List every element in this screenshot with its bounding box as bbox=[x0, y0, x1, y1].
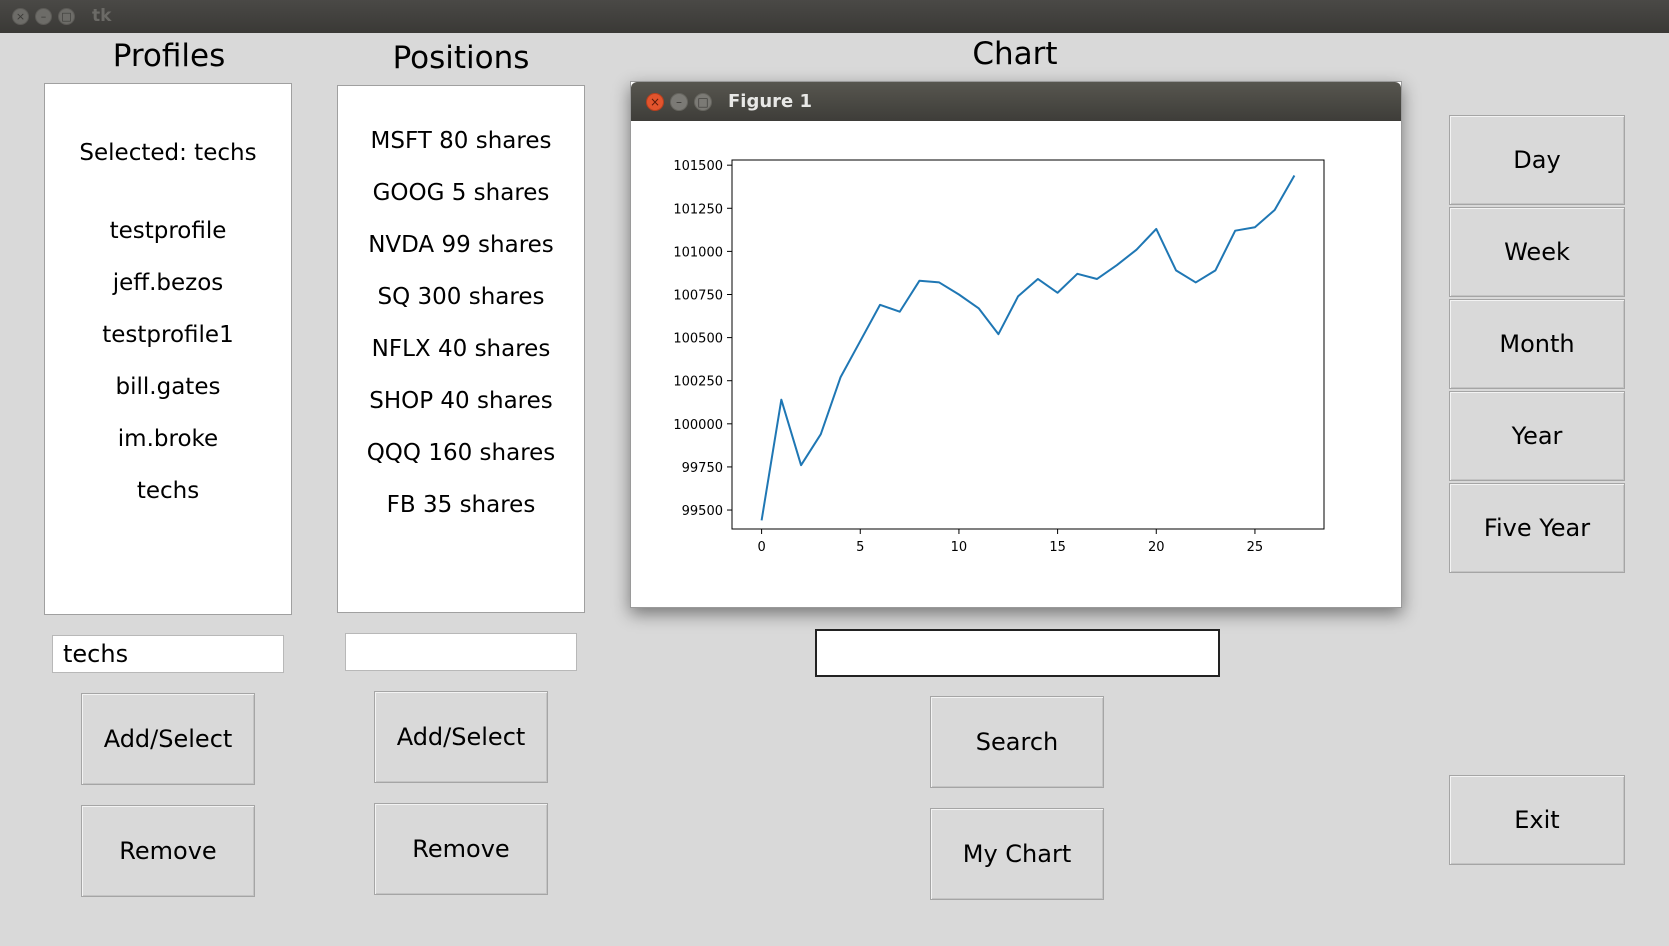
year-button[interactable]: Year bbox=[1449, 391, 1625, 481]
position-item[interactable]: SQ 300 shares bbox=[338, 284, 584, 310]
profile-entry-field[interactable]: techs bbox=[52, 635, 284, 673]
exit-button[interactable]: Exit bbox=[1449, 775, 1625, 865]
x-tick-label: 0 bbox=[757, 540, 765, 555]
y-tick-label: 100750 bbox=[673, 288, 723, 303]
week-button[interactable]: Week bbox=[1449, 207, 1625, 297]
profiles-heading: Profiles bbox=[112, 38, 226, 74]
profiles-listbox[interactable]: Selected: techs testprofile jeff.bezos t… bbox=[44, 83, 292, 615]
profile-item[interactable]: bill.gates bbox=[45, 374, 291, 400]
month-button[interactable]: Month bbox=[1449, 299, 1625, 389]
plot-axes-frame bbox=[731, 159, 1325, 530]
position-add-select-button[interactable]: Add/Select bbox=[374, 691, 548, 783]
figure-maximize-icon[interactable]: □ bbox=[694, 93, 712, 111]
profile-item[interactable]: jeff.bezos bbox=[45, 270, 291, 296]
series-line bbox=[760, 175, 1296, 521]
profile-add-select-button[interactable]: Add/Select bbox=[81, 693, 255, 785]
x-tick-label: 15 bbox=[1049, 540, 1066, 555]
window-titlebar: × – □ tk bbox=[0, 0, 1669, 33]
profile-remove-button[interactable]: Remove bbox=[81, 805, 255, 897]
y-tick-label: 100250 bbox=[673, 375, 723, 390]
x-tick-label: 25 bbox=[1247, 540, 1264, 555]
profile-item[interactable]: testprofile1 bbox=[45, 322, 291, 348]
position-item[interactable]: GOOG 5 shares bbox=[338, 180, 584, 206]
position-item[interactable]: SHOP 40 shares bbox=[338, 388, 584, 414]
y-tick-label: 99500 bbox=[682, 504, 723, 519]
position-remove-button[interactable]: Remove bbox=[374, 803, 548, 895]
y-tick-label: 100000 bbox=[673, 418, 723, 433]
window-maximize-icon[interactable]: □ bbox=[58, 8, 75, 25]
figure-window: × – □ Figure 1 0 5 10 15 20 25 99500 99750 10000… bbox=[630, 81, 1402, 608]
day-button[interactable]: Day bbox=[1449, 115, 1625, 205]
y-tick-label: 101250 bbox=[673, 202, 723, 217]
five-year-button[interactable]: Five Year bbox=[1449, 483, 1625, 573]
x-tick-label: 20 bbox=[1148, 540, 1165, 555]
window-title: tk bbox=[92, 6, 112, 26]
line-chart: 0 5 10 15 20 25 99500 99750 100000 100250 100500 10… bbox=[673, 159, 1325, 555]
x-tick-label: 5 bbox=[856, 540, 864, 555]
figure-close-icon[interactable]: × bbox=[646, 93, 664, 111]
y-tick-label: 100500 bbox=[673, 332, 723, 347]
profile-item[interactable]: testprofile bbox=[45, 218, 291, 244]
position-item[interactable]: FB 35 shares bbox=[338, 492, 584, 518]
profiles-selected-label: Selected: techs bbox=[79, 140, 257, 166]
my-chart-button[interactable]: My Chart bbox=[930, 808, 1104, 900]
window-close-icon[interactable]: × bbox=[12, 8, 29, 25]
y-tick-label: 101500 bbox=[673, 159, 723, 174]
position-item[interactable]: MSFT 80 shares bbox=[338, 128, 584, 154]
position-item[interactable]: QQQ 160 shares bbox=[338, 440, 584, 466]
search-button[interactable]: Search bbox=[930, 696, 1104, 788]
positions-listbox[interactable]: MSFT 80 shares GOOG 5 shares NVDA 99 sha… bbox=[337, 85, 585, 613]
figure-minimize-icon[interactable]: – bbox=[670, 93, 688, 111]
y-tick-label: 101000 bbox=[673, 245, 723, 260]
profile-item[interactable]: im.broke bbox=[45, 426, 291, 452]
window-minimize-icon[interactable]: – bbox=[35, 8, 52, 25]
x-tick-label: 10 bbox=[951, 540, 968, 555]
figure-titlebar: × – □ Figure 1 bbox=[631, 82, 1401, 121]
profile-item[interactable]: techs bbox=[45, 478, 291, 504]
figure-title: Figure 1 bbox=[728, 91, 813, 112]
position-entry-field[interactable] bbox=[345, 633, 577, 671]
y-tick-label: 99750 bbox=[682, 461, 723, 476]
position-item[interactable]: NVDA 99 shares bbox=[338, 232, 584, 258]
positions-heading: Positions bbox=[392, 40, 530, 76]
ticker-search-input[interactable] bbox=[815, 629, 1220, 677]
chart-heading: Chart bbox=[972, 36, 1058, 72]
position-item[interactable]: NFLX 40 shares bbox=[338, 336, 584, 362]
